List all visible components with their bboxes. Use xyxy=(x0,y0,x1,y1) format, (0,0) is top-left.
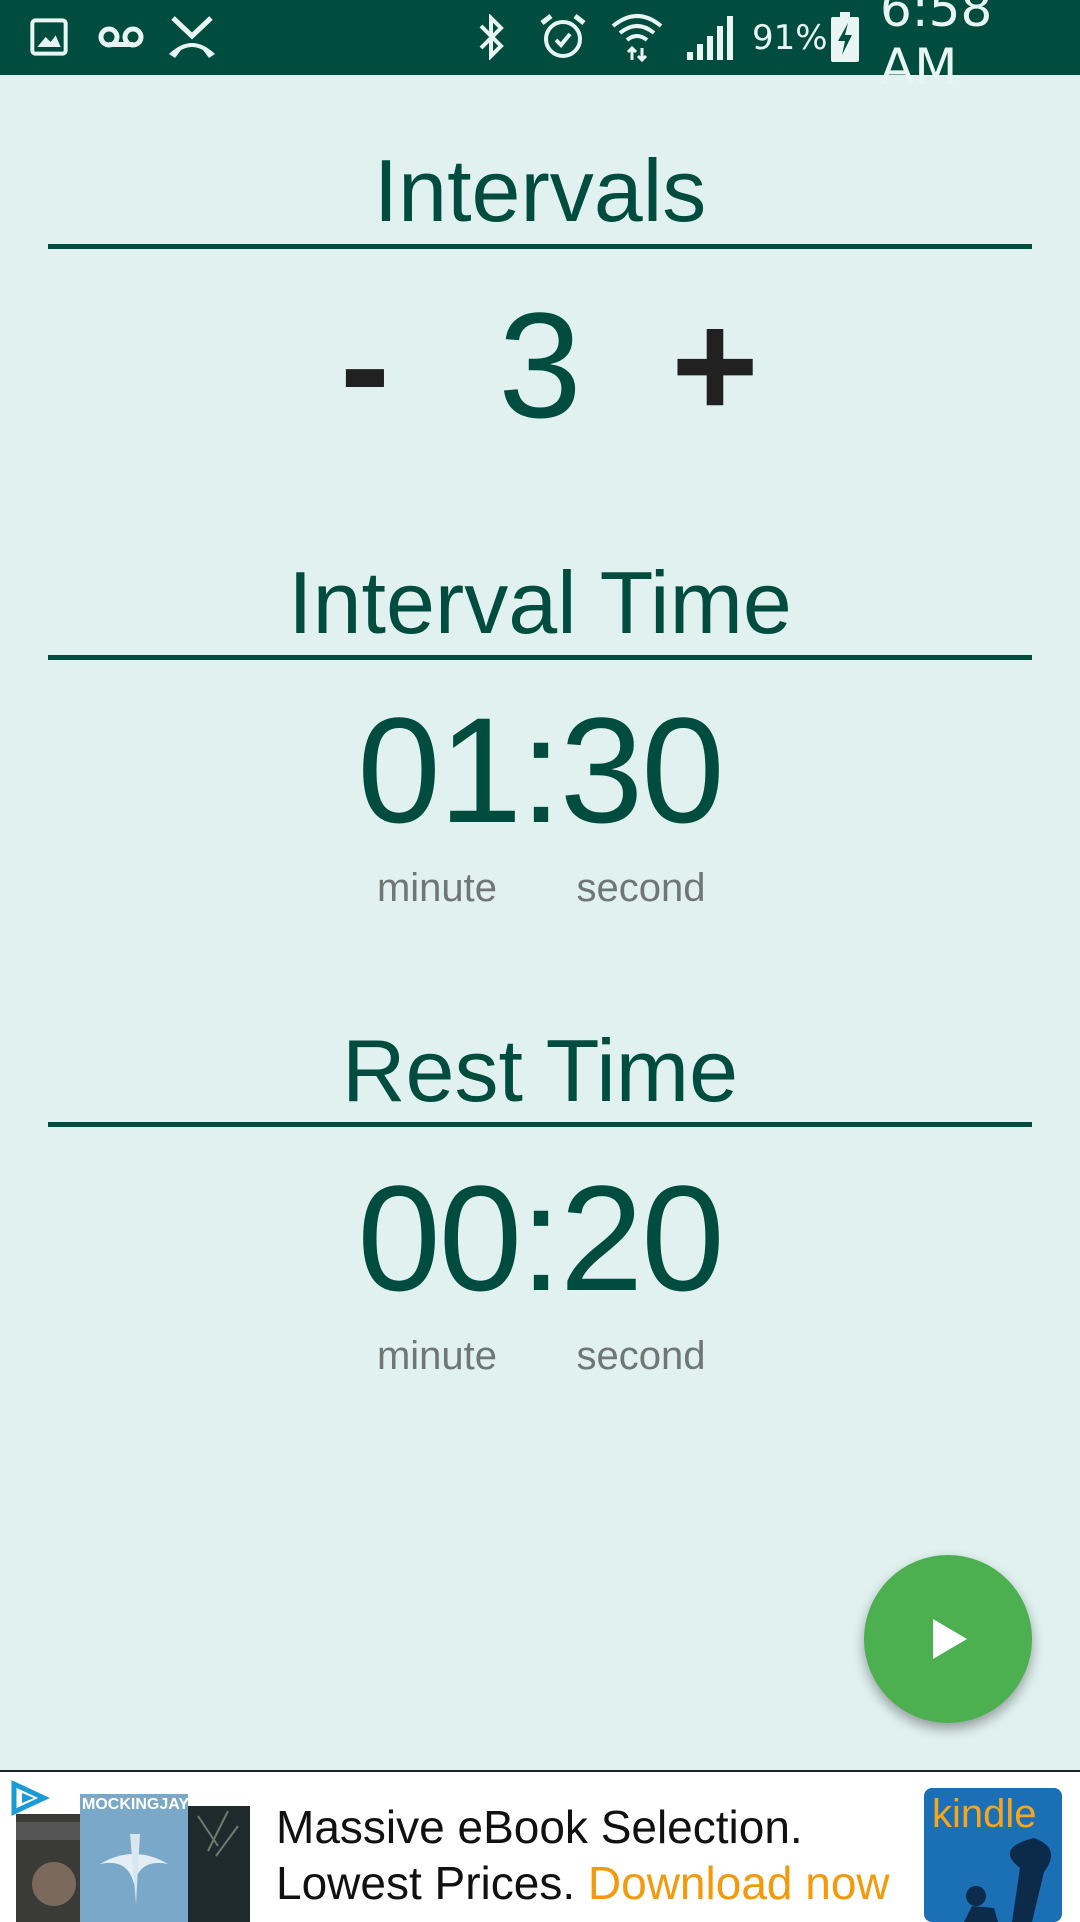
interval-time-title: Interval Time xyxy=(288,553,792,652)
kindle-brand-text: kindle xyxy=(932,1792,1037,1836)
book-cover-1 xyxy=(16,1814,86,1922)
signal-icon xyxy=(684,12,736,62)
voicemail-icon xyxy=(98,12,144,62)
book-cover-2: MOCKINGJAY xyxy=(80,1794,189,1922)
ad-headline: Massive eBook Selection. xyxy=(276,1801,803,1853)
book-cover-3 xyxy=(188,1806,250,1922)
rest-minute-label: minute xyxy=(376,1334,498,1378)
ad-banner[interactable]: MOCKINGJAY Massive eBook Selection. Lowe… xyxy=(0,1770,1080,1922)
bluetooth-icon xyxy=(474,12,510,62)
rest-time-title: Rest Time xyxy=(341,1021,739,1120)
battery-charging-icon xyxy=(828,12,862,62)
interval-time-value[interactable]: 01:30 xyxy=(0,695,1080,845)
book-cover-title: MOCKINGJAY xyxy=(82,1796,189,1813)
image-icon xyxy=(28,12,70,62)
alarm-icon xyxy=(538,12,588,62)
intervals-title: Intervals xyxy=(373,141,707,240)
missed-call-icon xyxy=(166,12,218,62)
interval-count: 3 xyxy=(498,281,582,449)
start-button[interactable] xyxy=(864,1555,1032,1723)
play-icon xyxy=(933,1619,967,1659)
ad-subline: Lowest Prices. Download now xyxy=(276,1856,890,1910)
ad-download-link[interactable]: Download now xyxy=(588,1857,890,1909)
ad-subline-text: Lowest Prices. xyxy=(276,1857,576,1909)
kindle-logo: kindle xyxy=(924,1788,1062,1922)
interval-second-label: second xyxy=(576,866,706,910)
status-bar: 91% 6:58 AM xyxy=(0,0,1080,96)
interval-time-divider xyxy=(48,655,1032,660)
battery-percent: 91% xyxy=(752,17,828,58)
rest-second-label: second xyxy=(576,1334,706,1378)
increment-button[interactable]: + xyxy=(660,290,770,440)
rest-time-value[interactable]: 00:20 xyxy=(0,1163,1080,1313)
decrement-button[interactable]: - xyxy=(320,290,410,440)
clock: 6:58 AM xyxy=(880,0,993,96)
wifi-icon xyxy=(610,12,664,62)
intervals-divider xyxy=(48,244,1032,249)
rest-time-divider xyxy=(48,1122,1032,1127)
interval-minute-label: minute xyxy=(376,866,498,910)
